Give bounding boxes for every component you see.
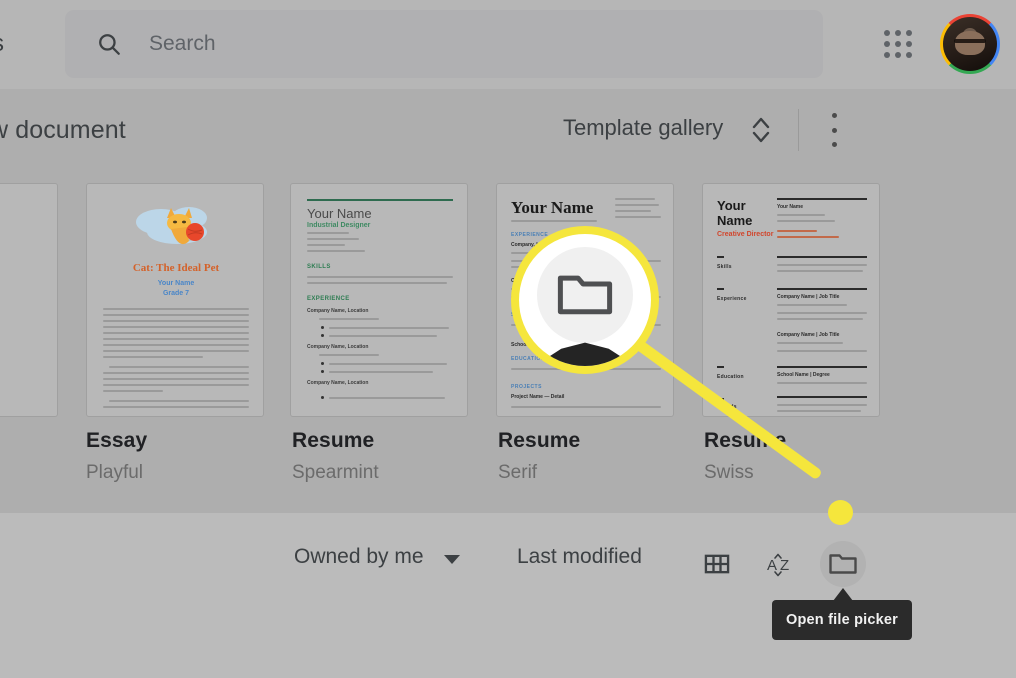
essay-doc-author: Your Name: [157, 280, 195, 287]
template-label-spearmint: Resume Spearmint: [292, 429, 472, 484]
sort-az-icon[interactable]: A Z: [757, 541, 803, 587]
serif-name: Your Name: [511, 198, 594, 217]
template-card-resume-swiss[interactable]: Your Name Creative Director Your Name Sk…: [702, 183, 880, 417]
caret-down-icon[interactable]: [444, 555, 460, 564]
essay-doc-grade: Grade 7: [162, 290, 190, 297]
folder-icon: [556, 270, 614, 320]
search-input[interactable]: Search: [149, 32, 216, 56]
template-gallery-strip: Cat: The Ideal Pet Your Name Grade 7 You…: [0, 179, 1016, 513]
template-name: Resume: [292, 429, 375, 452]
template-card-resume-spearmint[interactable]: Your Name Industrial Designer SKILLS EXP…: [290, 183, 468, 417]
swiss-entry-2: Company Name | Job Title: [777, 332, 840, 338]
template-name: Essay: [86, 429, 148, 452]
swiss-name-line1: Your: [717, 198, 746, 213]
toolbar-divider: [798, 109, 799, 151]
spearmint-section-skills: SKILLS: [307, 264, 331, 270]
spearmint-name: Your Name: [307, 206, 372, 221]
spearmint-entry-1: Company Name, Location: [307, 308, 369, 314]
swiss-school: School Name | Degree: [777, 372, 830, 378]
template-name: Resume: [498, 429, 581, 452]
section-header: w document Template gallery: [0, 89, 1016, 179]
swiss-section-skills: Skills: [717, 264, 732, 270]
file-list-toolbar: Owned by me Last modified A Z: [0, 513, 1016, 678]
swiss-section-experience: Experience: [717, 296, 747, 302]
essay-doc-title: Cat: The Ideal Pet: [132, 262, 220, 274]
template-style: Serif: [498, 462, 538, 483]
template-card-essay-playful[interactable]: Cat: The Ideal Pet Your Name Grade 7: [86, 183, 264, 417]
spearmint-section-experience: EXPERIENCE: [307, 296, 350, 302]
top-bar: s Search: [0, 0, 1016, 89]
owner-filter-button[interactable]: Owned by me: [294, 545, 424, 569]
magnifier-content: [519, 234, 651, 366]
cat-illustration: [131, 196, 223, 258]
serif-project: Project Name — Detail: [511, 394, 565, 400]
template-name: Resume: [704, 429, 787, 452]
avatar[interactable]: [940, 14, 1000, 74]
spearmint-role: Industrial Designer: [307, 222, 371, 229]
swiss-role: Creative Director: [717, 231, 774, 238]
file-picker-button[interactable]: [820, 541, 866, 587]
folder-icon: [829, 554, 857, 574]
template-label-serif: Resume Serif: [498, 429, 678, 484]
avatar-photo: [943, 17, 997, 71]
grid-view-icon[interactable]: [694, 541, 740, 587]
template-card-partial[interactable]: [0, 183, 58, 417]
page-title: w document: [0, 116, 126, 144]
spearmint-entry-3: Company Name, Location: [307, 380, 369, 386]
serif-section-projects: PROJECTS: [511, 384, 542, 390]
search-bar[interactable]: Search: [65, 10, 823, 78]
app-title: s: [0, 30, 4, 58]
swiss-section-education: Education: [717, 374, 744, 380]
template-style: Playful: [86, 462, 144, 483]
search-icon: [96, 31, 122, 57]
callout-endpoint-dot: [828, 500, 853, 525]
template-gallery-button[interactable]: Template gallery: [563, 115, 723, 141]
swiss-name-line2: Name: [717, 213, 753, 228]
template-label-essay: Essay Playful: [86, 429, 266, 484]
tooltip: Open file picker: [772, 600, 912, 640]
template-style: Swiss: [704, 462, 754, 483]
sort-label[interactable]: Last modified: [517, 545, 642, 569]
more-vert-icon[interactable]: [824, 113, 844, 147]
spearmint-entry-2: Company Name, Location: [307, 344, 369, 350]
template-style: Spearmint: [292, 462, 379, 483]
swiss-contact-name: Your Name: [777, 204, 804, 210]
chevron-expand-icon[interactable]: [748, 114, 774, 146]
apps-grid-icon[interactable]: [884, 30, 914, 60]
spearmint-top-rule: [307, 199, 453, 201]
swiss-entry-1: Company Name | Job Title: [777, 294, 840, 300]
tooltip-text: Open file picker: [786, 612, 898, 628]
magnifier-callout: [511, 226, 659, 374]
